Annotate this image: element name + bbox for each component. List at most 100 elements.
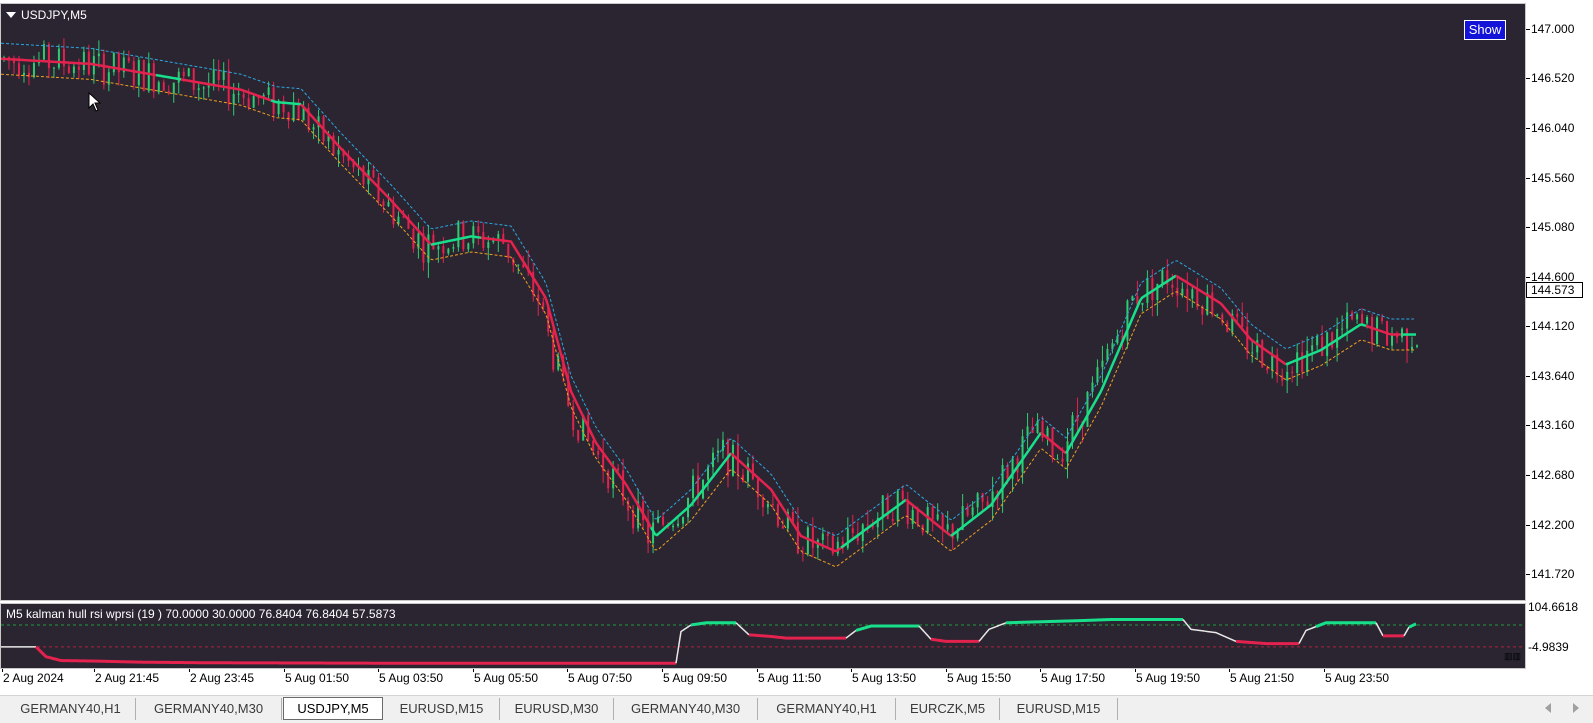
candle: [542, 297, 545, 313]
candle: [157, 80, 160, 95]
candle: [577, 429, 580, 444]
hull-line-segment: [155, 73, 182, 81]
candle: [297, 98, 300, 121]
candle: [67, 62, 70, 74]
main-chart-area[interactable]: USDJPY,M5 Show: [0, 3, 1526, 601]
candle: [1056, 454, 1059, 460]
candle: [1396, 331, 1399, 344]
candle: [152, 59, 155, 99]
symbol-label[interactable]: USDJPY,M5: [6, 8, 87, 22]
candle: [976, 491, 979, 517]
price-tick-mark: [1526, 524, 1530, 526]
candle: [162, 79, 165, 91]
candle: [1331, 331, 1334, 350]
candle: [137, 56, 140, 98]
tab-eurusd-m15-2[interactable]: EURUSD,M15: [1000, 698, 1118, 720]
upper-band-line: [1, 42, 1414, 537]
candle: [177, 67, 180, 94]
tab-germany40-m30[interactable]: GERMANY40,M30: [136, 698, 282, 720]
candle: [1261, 338, 1264, 368]
candle: [102, 49, 105, 90]
price-tick-mark: [1526, 326, 1530, 328]
candle: [1296, 343, 1299, 387]
candle: [237, 82, 240, 103]
indicator-line-segment: [1298, 625, 1317, 644]
candle: [846, 517, 849, 550]
candle: [886, 493, 889, 520]
candle: [42, 40, 45, 62]
candle: [172, 82, 175, 103]
candle: [512, 257, 515, 273]
indicator-line-segment: [918, 625, 932, 640]
time-tick-label: 5 Aug 03:50: [379, 671, 444, 685]
candle: [881, 494, 884, 531]
hull-line-segment: [480, 236, 653, 528]
time-axis[interactable]: 2 Aug 2024 2 Aug 21:45 2 Aug 23:45 5 Aug 01…: [0, 669, 1526, 689]
candle: [287, 111, 290, 129]
candle: [726, 438, 729, 488]
candle: [716, 438, 719, 463]
candle: [382, 198, 385, 213]
tab-germany40-h1[interactable]: GERMANY40,H1: [6, 698, 136, 720]
candle: [1311, 336, 1314, 362]
candle: [991, 476, 994, 521]
candle: [1346, 302, 1349, 342]
indicator-panel[interactable]: M5 kalman hull rsi wprsi (19 ) 70.0000 3…: [0, 603, 1526, 669]
candle: [1326, 331, 1329, 367]
tab-eurusd-m30[interactable]: EURUSD,M30: [500, 698, 614, 720]
candle: [911, 503, 914, 530]
candle: [637, 488, 640, 532]
candle: [467, 242, 470, 253]
candle: [781, 519, 784, 529]
hull-line-segment: [270, 99, 302, 106]
triangle-right-icon[interactable]: [1573, 703, 1579, 713]
candle: [1186, 272, 1189, 312]
indicator-line-segment: [978, 622, 1007, 642]
candle: [1276, 348, 1279, 383]
arrow-cursor-icon: [88, 92, 102, 112]
price-tick-label: 145.080: [1531, 220, 1575, 235]
candle: [966, 503, 969, 518]
indicator-tick-min: -4.9839: [1528, 640, 1569, 654]
tab-eurusd-m15[interactable]: EURUSD,M15: [384, 698, 500, 720]
candle: [936, 503, 939, 521]
tab-eurczk-m5[interactable]: EURCZK,M5: [896, 698, 1000, 720]
candle: [776, 503, 779, 528]
candle: [107, 66, 110, 92]
candle: [422, 226, 425, 271]
tab-usdjpy-m5[interactable]: USDJPY,M5: [283, 697, 383, 720]
candle: [122, 50, 125, 78]
candle: [1406, 327, 1409, 363]
candle: [77, 58, 80, 79]
tab-germany40-m30-2[interactable]: GERMANY40,M30: [614, 698, 758, 720]
collapse-triangle-icon[interactable]: [6, 12, 16, 18]
price-tick-label: 147.000: [1531, 21, 1575, 36]
candle: [831, 532, 834, 556]
price-axis[interactable]: 147.000 146.520 146.040 145.560 145.080 144.6…: [1526, 3, 1593, 601]
candle: [447, 247, 450, 256]
candle: [302, 101, 305, 121]
indicator-line-segment: [1235, 639, 1299, 646]
triangle-left-icon[interactable]: [1545, 703, 1551, 713]
indicator-line-segment: [845, 629, 857, 639]
candle: [242, 90, 245, 106]
show-button[interactable]: Show: [1464, 20, 1506, 40]
candle: [437, 241, 440, 263]
candle: [891, 511, 894, 526]
candle: [1211, 284, 1214, 318]
candle: [1026, 412, 1029, 450]
tab-germany40-h1-2[interactable]: GERMANY40,H1: [758, 698, 896, 720]
price-tick-mark: [1526, 177, 1530, 179]
candle: [1416, 344, 1418, 349]
candle: [687, 497, 690, 524]
time-tick-label: 5 Aug 09:50: [663, 671, 728, 685]
time-tick-label: 2 Aug 23:45: [190, 671, 255, 685]
price-tick-mark: [1526, 227, 1530, 229]
candle: [1371, 313, 1374, 352]
price-tick-mark: [1526, 28, 1530, 30]
price-tick-mark: [1526, 127, 1530, 129]
candle: [607, 469, 610, 494]
candle: [497, 230, 500, 253]
candles: [3, 38, 1418, 562]
candle: [92, 47, 95, 84]
